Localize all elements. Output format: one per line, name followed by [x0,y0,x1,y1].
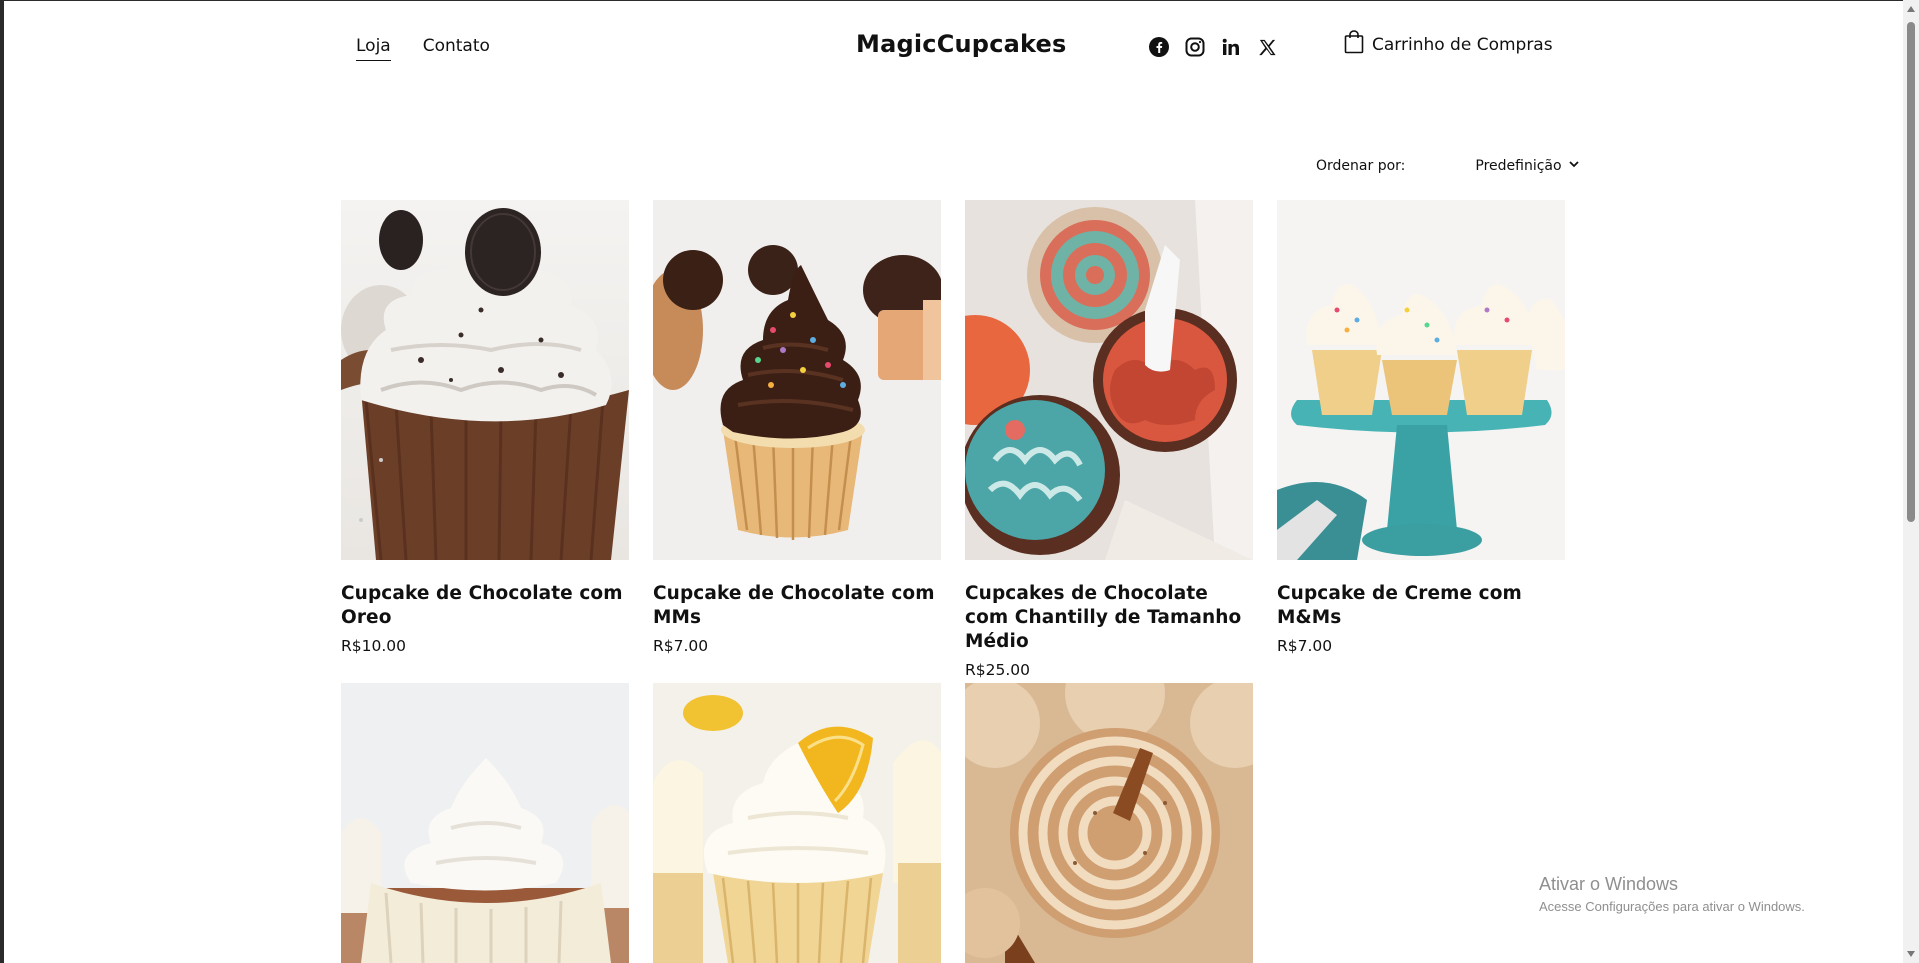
cart-button[interactable]: Carrinho de Compras [1344,30,1553,59]
product-name[interactable]: Cupcakes de Chocolate com Chantilly de T… [965,582,1253,654]
sort-control: Ordenar por: Predefinição [1316,158,1580,174]
product-card[interactable] [653,683,941,963]
site-logo[interactable]: MagicCupcakes [856,30,1067,58]
product-price: R$7.00 [653,637,709,655]
product-image[interactable] [653,683,941,963]
scroll-thumb[interactable] [1907,22,1915,522]
product-name[interactable]: Cupcake de Creme com M&Ms [1277,582,1565,630]
product-name[interactable]: Cupcake de Chocolate com Oreo [341,582,629,630]
product-card[interactable]: Cupcake de Chocolate com MMs R$7.00 [653,200,941,655]
product-image[interactable] [653,200,941,560]
cart-label: Carrinho de Compras [1372,34,1553,55]
nav-item-loja[interactable]: Loja [356,36,391,61]
windows-activation-watermark: Ativar o Windows Acesse Configurações pa… [1539,874,1805,914]
product-price: R$10.00 [341,637,407,655]
social-links [1148,36,1278,58]
scroll-up-arrow-icon[interactable] [1907,6,1915,12]
product-price: R$25.00 [965,661,1031,679]
product-card[interactable]: Cupcake de Chocolate com Oreo R$10.00 [341,200,629,655]
shopping-bag-icon [1344,30,1364,59]
facebook-icon[interactable] [1148,36,1170,58]
scroll-down-arrow-icon[interactable] [1907,951,1915,957]
product-name[interactable]: Cupcake de Chocolate com MMs [653,582,941,630]
x-icon[interactable] [1256,36,1278,58]
chevron-down-icon [1568,158,1580,174]
nav-item-contato[interactable]: Contato [423,36,490,61]
product-image[interactable] [341,683,629,963]
product-price: R$7.00 [1277,637,1333,655]
product-card[interactable] [965,683,1253,963]
linkedin-icon[interactable] [1220,36,1242,58]
watermark-title: Ativar o Windows [1539,874,1679,894]
product-card[interactable]: Cupcakes de Chocolate com Chantilly de T… [965,200,1253,679]
product-image[interactable] [965,683,1253,963]
product-card[interactable] [341,683,629,963]
site-header: Loja Contato MagicCupcakes Carrinho de C… [340,0,1565,95]
product-image[interactable] [341,200,629,560]
watermark-subtitle: Acesse Configurações para ativar o Windo… [1539,899,1805,914]
sort-selected-value: Predefinição [1475,158,1562,174]
product-card[interactable]: Cupcake de Creme com M&Ms R$7.00 [1277,200,1565,655]
window-frame-left [0,0,4,963]
instagram-icon[interactable] [1184,36,1206,58]
sort-label: Ordenar por: [1316,158,1406,174]
product-image[interactable] [965,200,1253,560]
vertical-scrollbar[interactable] [1903,0,1919,963]
product-image[interactable] [1277,200,1565,560]
main-nav: Loja Contato [356,36,490,61]
sort-dropdown[interactable]: Predefinição [1475,158,1579,174]
